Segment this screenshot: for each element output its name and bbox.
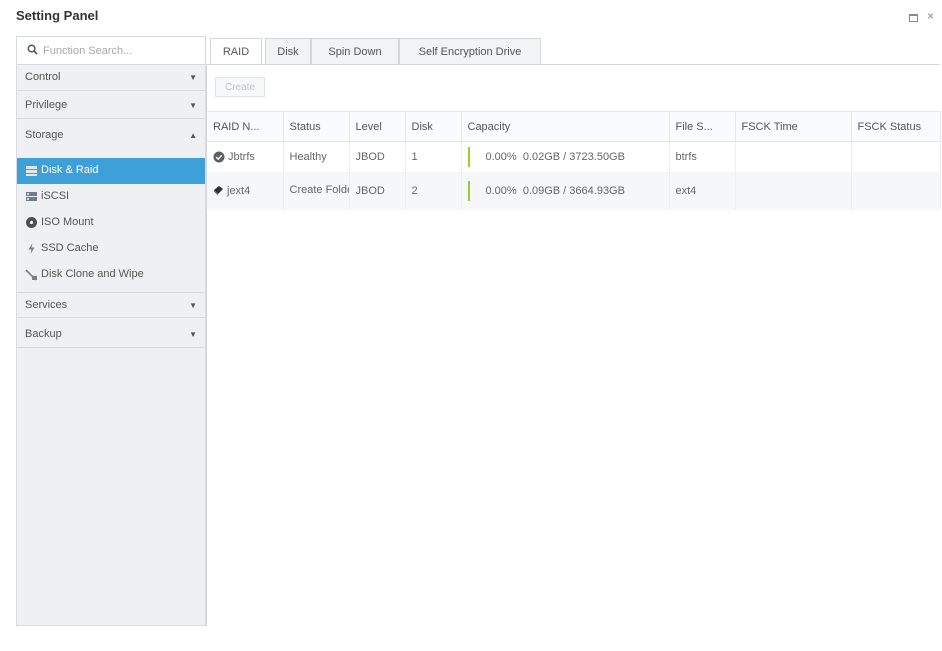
tab-disk[interactable]: Disk <box>265 38 311 64</box>
sidebar-category-storage[interactable]: Storage ▲ <box>17 123 205 149</box>
capacity-bar <box>467 146 470 167</box>
category-label: Control <box>25 71 61 83</box>
chevron-up-icon: ▲ <box>189 131 197 140</box>
cell-file-system: btrfs <box>669 141 736 172</box>
cell-fsck-status <box>851 141 941 172</box>
disk-drive-icon <box>214 186 223 196</box>
main-panel: RAID Disk Spin Down Self Encryption Driv… <box>206 36 941 626</box>
cell-disk: 1 <box>405 141 462 172</box>
sidebar-item-iso-mount[interactable]: ISO Mount <box>17 210 205 236</box>
column-header-raid-name[interactable]: RAID N... <box>207 111 284 142</box>
sidebar: Control ▼ Privilege ▼ Storage ▲ Disk & R… <box>16 36 206 626</box>
table-row[interactable]: jext4 Create Folder JBOD 2 0.00% 0.09GB … <box>207 171 941 210</box>
function-search <box>17 37 205 65</box>
cell-status: Create Folder <box>283 171 350 210</box>
category-label: Privilege <box>25 99 68 111</box>
cell-fsck-time <box>735 141 852 172</box>
chevron-down-icon: ▼ <box>189 73 197 82</box>
sidebar-category-services[interactable]: Services ▼ <box>17 292 205 318</box>
cell-disk: 2 <box>405 171 462 210</box>
iscsi-icon <box>26 192 37 201</box>
sidebar-item-disk-raid[interactable]: Disk & Raid <box>17 158 205 184</box>
chevron-down-icon: ▼ <box>189 330 197 339</box>
tab-raid[interactable]: RAID <box>210 38 262 65</box>
window-title: Setting Panel <box>16 8 99 23</box>
sidebar-category-privilege[interactable]: Privilege ▼ <box>17 93 205 119</box>
sidebar-item-ssd-cache[interactable]: SSD Cache <box>17 236 205 262</box>
capacity-percent: 0.00% <box>485 184 517 197</box>
cell-fsck-time <box>735 171 852 210</box>
cell-status: Healthy <box>283 141 350 172</box>
restore-icon[interactable] <box>909 14 918 22</box>
sidebar-item-label: iSCSI <box>41 190 70 202</box>
table-row[interactable]: Jbtrfs Healthy JBOD 1 0.00% 0.02GB / 372… <box>207 141 941 172</box>
cell-capacity: 0.00% 0.09GB / 3664.93GB <box>461 171 670 210</box>
chevron-down-icon: ▼ <box>189 301 197 310</box>
capacity-text: 0.02GB / 3723.50GB <box>522 150 625 163</box>
column-header-file-system[interactable]: File S... <box>669 111 736 142</box>
disk-clone-icon <box>25 269 37 281</box>
column-header-level[interactable]: Level <box>349 111 406 142</box>
title-bar: Setting Panel × <box>12 4 940 30</box>
category-label: Storage <box>25 129 64 141</box>
disk-raid-icon <box>26 166 37 176</box>
search-input[interactable] <box>43 42 193 60</box>
capacity-bar <box>467 180 470 201</box>
capacity-percent: 0.00% <box>485 150 517 163</box>
sidebar-item-label: ISO Mount <box>41 216 94 228</box>
cell-file-system: ext4 <box>669 171 736 210</box>
sidebar-category-backup[interactable]: Backup ▼ <box>17 322 205 348</box>
tab-self-encryption-drive[interactable]: Self Encryption Drive <box>399 38 541 64</box>
sidebar-item-disk-clone-wipe[interactable]: Disk Clone and Wipe <box>17 262 205 288</box>
iso-mount-icon <box>26 217 37 228</box>
cell-fsck-status <box>851 171 941 210</box>
cell-raid-name: Jbtrfs <box>207 141 284 172</box>
raid-name-text: Jbtrfs <box>228 150 255 163</box>
column-header-disk[interactable]: Disk <box>405 111 462 142</box>
sidebar-item-label: Disk Clone and Wipe <box>41 268 144 280</box>
chevron-down-icon: ▼ <box>189 101 197 110</box>
search-icon <box>27 44 38 55</box>
close-icon[interactable]: × <box>927 9 934 23</box>
raid-table: RAID N... Status Level Disk Capacity Fil… <box>207 111 941 210</box>
cell-level: JBOD <box>349 141 406 172</box>
capacity-text: 0.09GB / 3664.93GB <box>522 184 625 197</box>
column-header-fsck-status[interactable]: FSCK Status <box>851 111 941 142</box>
table-header-row: RAID N... Status Level Disk Capacity Fil… <box>207 111 941 142</box>
column-header-capacity[interactable]: Capacity <box>461 111 670 142</box>
cell-capacity: 0.00% 0.02GB / 3723.50GB <box>461 141 670 172</box>
cell-raid-name: jext4 <box>207 171 284 210</box>
raid-name-text: jext4 <box>227 184 251 197</box>
ssd-cache-icon <box>28 243 35 254</box>
check-circle-icon <box>213 151 225 163</box>
sidebar-category-control[interactable]: Control ▼ <box>17 65 205 91</box>
create-button[interactable]: Create <box>215 77 265 97</box>
cell-level: JBOD <box>349 171 406 210</box>
column-header-status[interactable]: Status <box>283 111 350 142</box>
setting-panel-window: Setting Panel × Control ▼ Privilege ▼ St… <box>12 4 941 649</box>
category-label: Backup <box>25 328 62 340</box>
sidebar-item-label: SSD Cache <box>41 242 99 254</box>
sidebar-item-label: Disk & Raid <box>41 164 99 176</box>
toolbar: Create <box>207 65 940 105</box>
column-header-fsck-time[interactable]: FSCK Time <box>735 111 852 142</box>
raid-content: Create RAID N... Status Level Disk Capac… <box>206 65 941 626</box>
tab-spin-down[interactable]: Spin Down <box>311 38 399 64</box>
category-label: Services <box>25 299 68 311</box>
sidebar-item-iscsi[interactable]: iSCSI <box>17 184 205 210</box>
